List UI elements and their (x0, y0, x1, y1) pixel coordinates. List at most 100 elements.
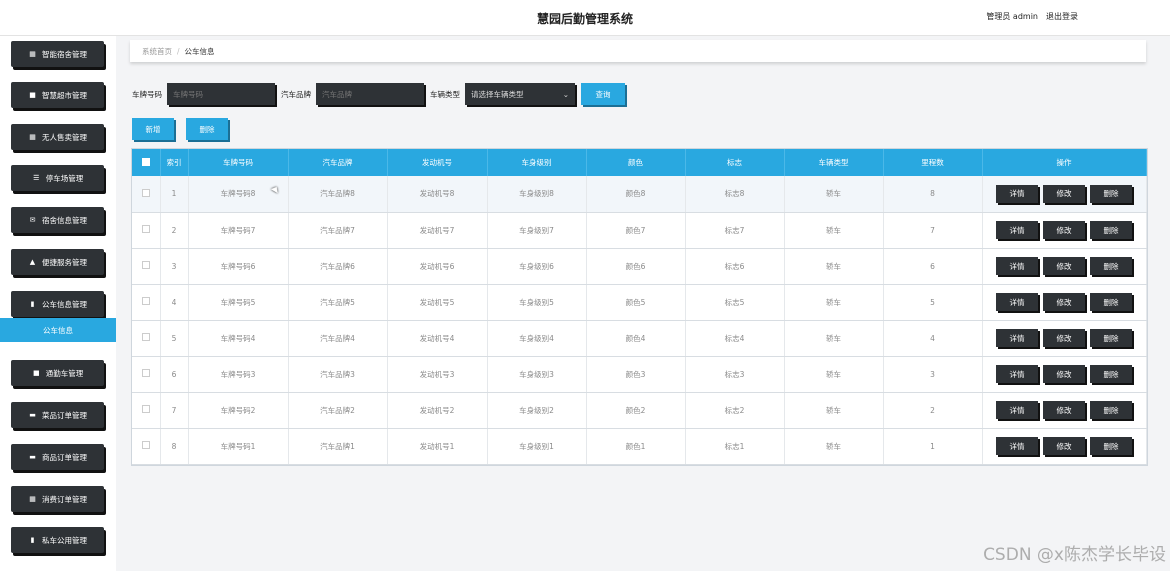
row-checkbox[interactable] (141, 261, 150, 269)
main-content: 系统首页 / 公车信息 车牌号码 汽车品牌 车辆类型 请选择车辆类型 ⌄ 查询 … (116, 36, 1170, 571)
table-cell: 1 (883, 428, 983, 465)
sidebar-item-7[interactable]: ■ 通勤车管理 (11, 360, 104, 386)
row-checkbox[interactable] (141, 297, 150, 305)
table-cell: 标志8 (685, 176, 785, 213)
table-cell: 发动机号1 (387, 428, 488, 465)
edit-button[interactable]: 修改 (1043, 401, 1085, 419)
brand-input[interactable] (316, 83, 424, 105)
sidebar-item-3[interactable]: ☰ 停车场管理 (11, 165, 104, 191)
table-row: 6 车牌号码3 汽车品牌3 发动机号3 车身级别3 颜色3 标志3 轿车 3 详情 修改 删除 (132, 356, 1147, 393)
row-actions-cell: 详情 修改 删除 (982, 320, 1147, 357)
sidebar-item-2[interactable]: ▦ 无人售卖管理 (11, 124, 104, 150)
detail-button[interactable]: 详情 (996, 257, 1038, 275)
delete-button[interactable]: 删除 (1090, 184, 1132, 203)
column-header: 车身级别 (487, 149, 587, 176)
delete-button[interactable]: 删除 (1090, 329, 1132, 347)
plate-input[interactable] (167, 83, 275, 105)
detail-button[interactable]: 详情 (996, 437, 1038, 455)
sidebar-item-5[interactable]: ▲ 便捷服务管理 (11, 249, 104, 275)
row-actions-cell: 详情 修改 删除 (982, 392, 1147, 429)
delete-button[interactable]: 删除 (1090, 257, 1132, 275)
delete-button[interactable]: 删除 (1090, 221, 1132, 239)
sidebar-item-0[interactable]: ▦ 智能宿舍管理 (11, 41, 104, 67)
detail-button[interactable]: 详情 (996, 293, 1038, 311)
table-cell: 车牌号码7 (188, 212, 289, 249)
detail-button[interactable]: 详情 (996, 184, 1038, 203)
sidebar-item-8[interactable]: ▬ 菜品订单管理 (11, 402, 104, 428)
sidebar-item-9[interactable]: ▬ 商品订单管理 (11, 444, 104, 470)
detail-button[interactable]: 详情 (996, 329, 1038, 347)
detail-button[interactable]: 详情 (996, 365, 1038, 383)
delete-button[interactable]: 删除 (1090, 401, 1132, 419)
table-cell: 汽车品牌2 (288, 392, 388, 429)
table-cell: 发动机号3 (387, 356, 488, 393)
sidebar-item-10[interactable]: ▦ 消费订单管理 (11, 486, 104, 512)
add-button[interactable]: 新增 (132, 118, 174, 140)
type-select[interactable]: 请选择车辆类型 ⌄ (465, 83, 575, 105)
sidebar-item-1[interactable]: ■ 智慧超市管理 (11, 82, 104, 108)
detail-button[interactable]: 详情 (996, 221, 1038, 239)
edit-button[interactable]: 修改 (1043, 257, 1085, 275)
table-cell: 轿车 (784, 284, 884, 321)
table-cell: 车牌号码6 (188, 248, 289, 285)
table-cell: 2 (160, 212, 189, 249)
breadcrumb-home[interactable]: 系统首页 (142, 46, 172, 57)
edit-button[interactable]: 修改 (1043, 221, 1085, 239)
table-cell: 颜色6 (586, 248, 686, 285)
sidebar-subitem-active[interactable]: 公车信息 (0, 318, 116, 342)
delete-button[interactable]: 删除 (1090, 437, 1132, 455)
table-cell: 标志4 (685, 320, 785, 357)
table-cell: 8 (160, 428, 189, 465)
table-cell: 汽车品牌3 (288, 356, 388, 393)
table-cell: 汽车品牌7 (288, 212, 388, 249)
row-actions-cell: 详情 修改 删除 (982, 212, 1147, 249)
table-cell: 车身级别3 (487, 356, 587, 393)
table-cell: 3 (160, 248, 189, 285)
edit-button[interactable]: 修改 (1043, 365, 1085, 383)
row-checkbox[interactable] (141, 188, 150, 197)
table-cell: 汽车品牌8 (288, 176, 388, 213)
table-cell: 车牌号码3 (188, 356, 289, 393)
table-cell: 车身级别6 (487, 248, 587, 285)
row-checkbox[interactable] (141, 369, 150, 377)
sidebar-item-label: 无人售卖管理 (42, 132, 87, 142)
logout-link[interactable]: 退出登录 (1046, 11, 1078, 22)
table-cell: 车身级别1 (487, 428, 587, 465)
row-select-cell (132, 428, 161, 465)
row-checkbox[interactable] (141, 405, 150, 413)
table-row: 4 车牌号码5 汽车品牌5 发动机号5 车身级别5 颜色5 标志5 轿车 5 详情 修改 删除 (132, 284, 1147, 321)
action-bar: 新增 删除 (132, 118, 228, 140)
row-checkbox[interactable] (141, 441, 150, 449)
table-cell: 2 (883, 392, 983, 429)
row-actions-cell: 详情 修改 删除 (982, 176, 1147, 213)
breadcrumb-separator: / (177, 46, 180, 56)
table-cell: 轿车 (784, 356, 884, 393)
edit-button[interactable]: 修改 (1043, 437, 1085, 455)
row-select-cell (132, 248, 161, 285)
edit-button[interactable]: 修改 (1043, 329, 1085, 347)
row-select-cell (132, 356, 161, 393)
select-all-checkbox[interactable] (141, 157, 150, 166)
row-checkbox[interactable] (141, 333, 150, 341)
sidebar-item-11[interactable]: ▮ 私车公用管理 (11, 527, 104, 553)
bulk-delete-button[interactable]: 删除 (186, 118, 228, 140)
delete-button[interactable]: 删除 (1090, 365, 1132, 383)
sidebar-item-4[interactable]: ✉ 宿舍信息管理 (11, 207, 104, 233)
delete-button[interactable]: 删除 (1090, 293, 1132, 311)
table-cell: 发动机号6 (387, 248, 488, 285)
detail-button[interactable]: 详情 (996, 401, 1038, 419)
sidebar-item-6[interactable]: ▮ 公车信息管理 (11, 291, 104, 317)
edit-button[interactable]: 修改 (1043, 293, 1085, 311)
table-cell: 轿车 (784, 212, 884, 249)
type-select-value: 请选择车辆类型 (471, 89, 524, 99)
sidebar-item-label: 智慧超市管理 (42, 90, 87, 100)
brand-label: 汽车品牌 (281, 89, 311, 99)
edit-button[interactable]: 修改 (1043, 184, 1085, 203)
table-cell: 标志6 (685, 248, 785, 285)
row-actions-cell: 详情 修改 删除 (982, 284, 1147, 321)
table-cell: 车身级别8 (487, 176, 587, 213)
table-cell: 车身级别5 (487, 284, 587, 321)
row-checkbox[interactable] (141, 225, 150, 233)
user-area: 管理员 admin 退出登录 (986, 11, 1078, 22)
query-button[interactable]: 查询 (581, 83, 625, 105)
